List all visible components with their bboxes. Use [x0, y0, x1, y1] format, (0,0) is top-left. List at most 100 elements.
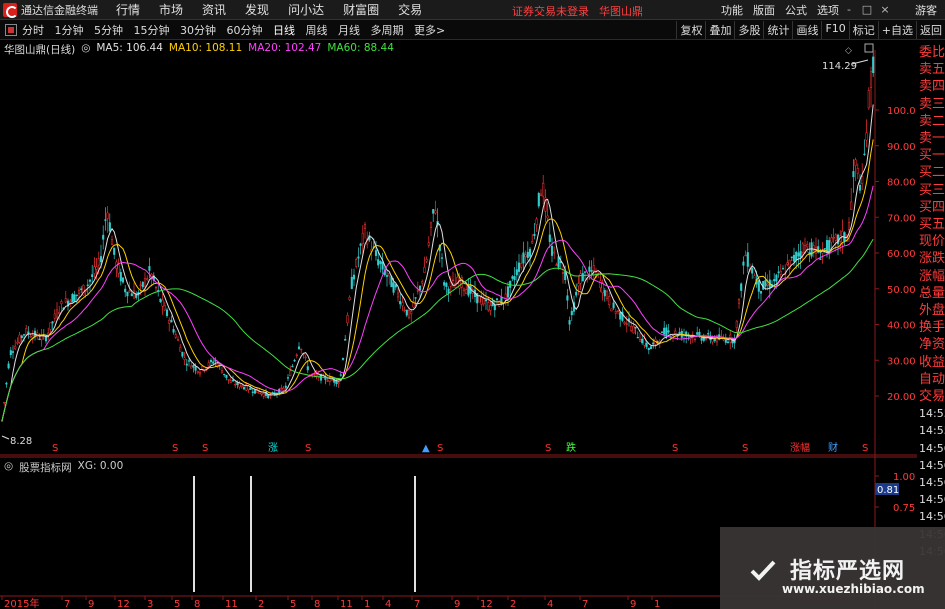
candle-body	[865, 132, 868, 141]
candle-body	[440, 257, 444, 259]
date-tick-label: 9	[88, 599, 94, 609]
candle-body	[225, 374, 228, 378]
ma10-line	[1, 139, 874, 421]
candle-body	[704, 338, 708, 340]
candle-body	[47, 332, 50, 335]
overlay-button[interactable]: 叠加	[705, 21, 734, 39]
event-marker[interactable]: 跌	[566, 441, 576, 454]
menu-item-shichang[interactable]: 市场	[159, 1, 183, 18]
candle-body	[64, 298, 67, 303]
event-marker[interactable]: 涨	[268, 442, 278, 454]
indicator-icon[interactable]: ◎	[4, 460, 13, 475]
side-panel-item[interactable]: 买二	[917, 164, 945, 181]
side-panel-item[interactable]: 换手	[917, 319, 945, 336]
statistics-button[interactable]: 统计	[763, 21, 792, 39]
back-button[interactable]: 返回	[916, 21, 945, 39]
side-panel-item[interactable]: 买一	[917, 147, 945, 164]
menu-item-xuanxiang[interactable]: 选项	[817, 2, 839, 18]
tab-monthly[interactable]: 月线	[338, 24, 360, 37]
side-panel-item[interactable]: 净资	[917, 336, 945, 353]
candle-body	[289, 370, 292, 377]
candle-body	[542, 182, 545, 197]
menu-item-jiaoyi[interactable]: 交易	[398, 1, 422, 18]
candle-body	[423, 266, 426, 273]
side-panel-item[interactable]: 卖五	[917, 61, 945, 78]
watermark-title: 指标严选网	[790, 559, 906, 584]
side-panel-item[interactable]: 卖一	[917, 130, 945, 147]
side-panel-item[interactable]: 交易	[917, 388, 945, 405]
tab-5min[interactable]: 5分钟	[94, 24, 123, 37]
candle-body	[434, 210, 437, 214]
menu-item-banmian[interactable]: 版面	[753, 2, 775, 18]
event-marker[interactable]: S	[437, 443, 443, 454]
menu-item-gongneng[interactable]: 功能	[721, 2, 743, 18]
menu-item-faxian[interactable]: 发现	[245, 1, 269, 18]
event-marker[interactable]: S	[742, 443, 748, 454]
tab-fenshi[interactable]: 分时	[22, 24, 44, 37]
candle-body	[759, 291, 763, 294]
candle-body	[735, 320, 738, 329]
f10-button[interactable]: F10	[821, 21, 848, 39]
event-marker[interactable]: S	[862, 443, 868, 454]
side-panel-item[interactable]: 卖二	[917, 113, 945, 130]
candle-body	[399, 301, 402, 305]
tab-multi-period[interactable]: 多周期	[371, 24, 404, 37]
period-toolbar: 分时 1分钟 5分钟 15分钟 30分钟 60分钟 日线 周线 月线 多周期 更…	[0, 20, 945, 40]
side-panel-item[interactable]: 总量	[917, 285, 945, 302]
candle-body	[5, 382, 8, 385]
event-marker[interactable]: S	[52, 443, 58, 454]
mark-button[interactable]: 标记	[848, 21, 878, 39]
multi-stock-button[interactable]: 多股	[734, 21, 763, 39]
candle-body	[872, 56, 875, 74]
side-panel-item[interactable]: 卖三	[917, 96, 945, 113]
tab-1min[interactable]: 1分钟	[55, 24, 84, 37]
side-panel-item[interactable]: 涨跌	[917, 250, 945, 267]
side-panel-item[interactable]: 买四	[917, 199, 945, 216]
event-marker[interactable]: S	[202, 443, 208, 454]
fuquan-button[interactable]: 复权	[676, 21, 705, 39]
candle-body	[207, 362, 210, 367]
add-favorite-button[interactable]: +自选	[877, 21, 916, 39]
side-panel-item[interactable]: 买三	[917, 182, 945, 199]
event-marker[interactable]: S	[305, 443, 311, 454]
tab-weekly[interactable]: 周线	[306, 24, 328, 37]
close-button[interactable]: ×	[877, 3, 893, 16]
tab-30min[interactable]: 30分钟	[180, 24, 216, 37]
chart-zoom-icon[interactable]	[864, 43, 874, 53]
event-marker[interactable]: S	[545, 443, 551, 454]
menu-item-caifuquan[interactable]: 财富圈	[343, 1, 379, 18]
maximize-button[interactable]: □	[859, 3, 875, 16]
event-marker[interactable]: ▲	[422, 443, 430, 454]
tab-daily[interactable]: 日线	[273, 24, 295, 37]
chart-expand-icon[interactable]: ◇	[845, 46, 852, 56]
chart-type-icon[interactable]	[5, 23, 17, 36]
event-marker[interactable]: S	[672, 443, 678, 454]
side-panel-item[interactable]: 涨幅	[917, 268, 945, 285]
minimize-button[interactable]: -	[841, 3, 857, 16]
event-marker[interactable]: 财	[828, 441, 838, 454]
user-guest[interactable]: 游客	[915, 2, 937, 18]
tab-60min[interactable]: 60分钟	[227, 24, 263, 37]
menu-item-hangqing[interactable]: 行情	[116, 1, 140, 18]
side-panel-item[interactable]: 委比	[917, 44, 945, 61]
draw-line-button[interactable]: 画线	[792, 21, 821, 39]
side-panel-item[interactable]: 卖四	[917, 78, 945, 95]
candle-body	[124, 288, 127, 293]
trade-login-status[interactable]: 证券交易未登录	[512, 3, 589, 19]
tab-more[interactable]: 更多>	[414, 24, 445, 37]
event-marker[interactable]: 涨幅	[790, 441, 810, 454]
menu-item-zixun[interactable]: 资讯	[202, 1, 226, 18]
menu-item-gongshi[interactable]: 公式	[785, 2, 807, 18]
side-panel-item[interactable]: 自动	[917, 371, 945, 388]
low-price-label: 8.28	[10, 436, 32, 447]
menu-item-wenxiaoda[interactable]: 问小达	[288, 1, 324, 18]
side-panel-item[interactable]: 外盘	[917, 302, 945, 319]
tab-15min[interactable]: 15分钟	[134, 24, 170, 37]
event-marker[interactable]: S	[172, 443, 178, 454]
side-panel-item[interactable]: 现价	[917, 233, 945, 250]
settings-icon[interactable]: ◎	[81, 42, 90, 57]
side-panel-item[interactable]: 收益	[917, 354, 945, 371]
kline-chart[interactable]: 100.0 90.00 80.00 70.00 60.00 50.00 40.00 30.00…	[0, 40, 917, 609]
side-panel-item[interactable]: 买五	[917, 216, 945, 233]
date-tick-label: 11	[340, 599, 353, 609]
